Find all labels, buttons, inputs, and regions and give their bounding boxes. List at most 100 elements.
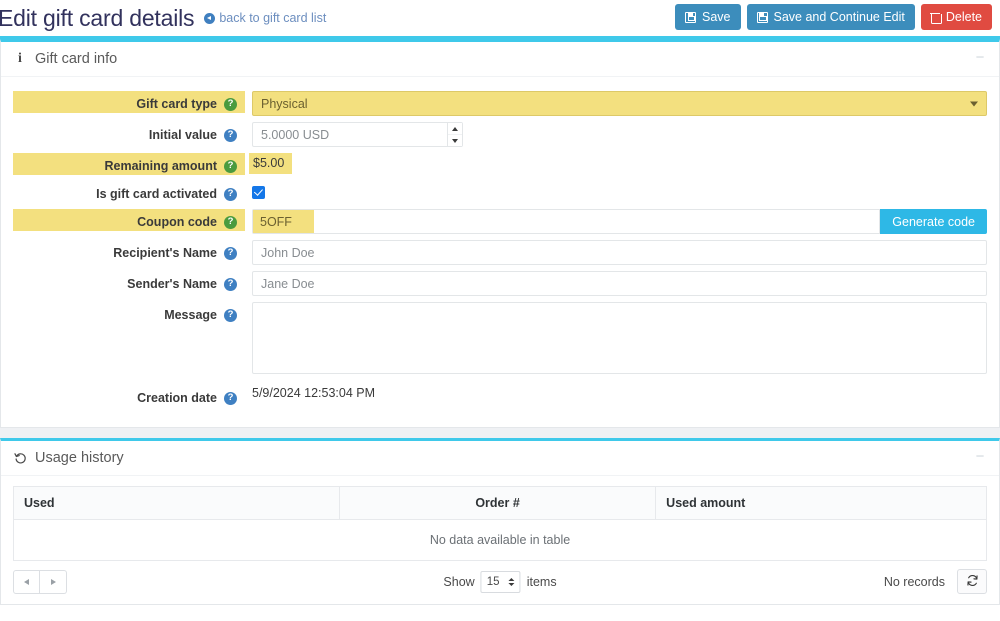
creation-date-label-text: Creation date — [137, 391, 217, 405]
back-to-list-link[interactable]: back to gift card list — [204, 11, 326, 25]
field-row-coupon-code: Coupon code ? 5OFF Generate code — [13, 209, 987, 234]
coupon-code-label-text: Coupon code — [137, 215, 217, 229]
gift-card-info-panel-title: Gift card info — [35, 51, 118, 67]
usage-history-panel: Usage history − Used Order # Used amount… — [0, 438, 1000, 605]
recipient-name-label-text: Recipient's Name — [113, 246, 217, 260]
collapse-gift-card-info-button[interactable]: − — [973, 50, 987, 66]
no-records-label: No records — [883, 574, 945, 589]
question-mark-icon[interactable]: ? — [224, 308, 237, 322]
gift-card-type-label: Gift card type ? — [13, 91, 245, 113]
save-icon — [756, 11, 768, 23]
sender-name-field — [245, 271, 987, 296]
question-mark-icon[interactable]: ? — [224, 215, 237, 229]
table-head: Used Order # Used amount — [13, 486, 987, 520]
page-size-value: 15 — [486, 576, 500, 588]
delete-button[interactable]: Delete — [920, 4, 992, 30]
panel-spacer — [0, 428, 1000, 438]
refresh-icon — [966, 574, 979, 590]
initial-value-label-text: Initial value — [148, 128, 217, 142]
message-field — [245, 302, 987, 377]
creation-date-label: Creation date ? — [13, 385, 245, 407]
coupon-code-input[interactable] — [252, 209, 881, 234]
creation-date-field: 5/9/2024 12:53:04 PM — [245, 385, 987, 400]
field-row-is-activated: Is gift card activated ? — [13, 181, 987, 203]
stepper-down-button[interactable] — [448, 135, 462, 146]
save-and-continue-label: Save and Continue Edit — [773, 10, 905, 24]
question-mark-icon[interactable]: ? — [224, 187, 237, 201]
usage-history-panel-title: Usage history — [35, 450, 124, 466]
usage-history-table-footer: Show 15 items No records — [1, 561, 999, 604]
column-header-order-number[interactable]: Order # — [339, 486, 657, 520]
history-icon — [13, 452, 27, 465]
updown-arrows-icon — [508, 578, 515, 586]
sender-name-input[interactable] — [252, 271, 987, 296]
arrow-left-circle-icon — [204, 12, 216, 24]
gift-card-type-select[interactable]: Physical — [252, 91, 987, 116]
items-label: items — [526, 575, 557, 589]
usage-history-table-wrap: Used Order # Used amount No data availab… — [1, 476, 999, 561]
page-title: Edit gift card details — [0, 4, 195, 31]
remaining-amount-label: Remaining amount ? — [13, 153, 245, 175]
initial-value-stepper[interactable] — [447, 123, 462, 146]
is-activated-label: Is gift card activated ? — [13, 181, 245, 203]
collapse-usage-history-button[interactable]: − — [973, 449, 987, 465]
header-action-buttons: Save Save and Continue Edit Delete — [675, 4, 992, 30]
initial-value-input[interactable] — [252, 122, 463, 147]
show-label: Show — [443, 575, 475, 589]
message-label: Message ? — [13, 302, 245, 324]
message-textarea[interactable] — [252, 302, 987, 374]
recipient-name-field — [245, 240, 987, 265]
creation-date-value: 5/9/2024 12:53:04 PM — [252, 386, 376, 400]
initial-value-label: Initial value ? — [13, 122, 245, 144]
recipient-name-label: Recipient's Name ? — [13, 240, 245, 262]
usage-history-panel-header: Usage history − — [1, 441, 999, 476]
page-size-select[interactable]: 15 — [480, 571, 521, 593]
stepper-up-button[interactable] — [448, 123, 462, 135]
question-mark-icon[interactable]: ? — [224, 159, 237, 173]
field-row-recipient-name: Recipient's Name ? — [13, 240, 987, 265]
pagination-controls — [13, 569, 67, 594]
delete-button-label: Delete — [945, 10, 982, 24]
field-row-sender-name: Sender's Name ? — [13, 271, 987, 296]
is-activated-label-text: Is gift card activated — [96, 187, 217, 201]
question-mark-icon[interactable]: ? — [224, 277, 237, 291]
pagination-next-button[interactable] — [40, 569, 67, 594]
is-activated-checkbox[interactable] — [252, 186, 265, 199]
gift-card-info-panel: i Gift card info − Gift card type ? Phys… — [0, 39, 1000, 428]
triangle-right-icon — [50, 578, 56, 585]
question-mark-icon[interactable]: ? — [224, 128, 237, 142]
back-link-label: back to gift card list — [219, 11, 327, 25]
column-header-used-amount[interactable]: Used amount — [655, 486, 987, 520]
save-and-continue-edit-button[interactable]: Save and Continue Edit — [746, 4, 915, 30]
table-empty-message: No data available in table — [13, 519, 987, 561]
field-row-gift-card-type: Gift card type ? Physical — [13, 91, 987, 116]
table-body: No data available in table — [13, 519, 987, 561]
question-mark-icon[interactable]: ? — [224, 391, 237, 405]
question-mark-icon[interactable]: ? — [224, 246, 237, 260]
remaining-amount-label-text: Remaining amount — [104, 159, 217, 173]
column-header-used[interactable]: Used — [13, 486, 340, 520]
table-header-row: Used Order # Used amount — [13, 486, 987, 520]
triangle-left-icon — [24, 578, 29, 585]
info-icon: i — [18, 51, 22, 66]
question-mark-icon[interactable]: ? — [224, 97, 237, 111]
remaining-amount-value: $5.00 — [249, 153, 293, 174]
trash-icon — [930, 12, 942, 24]
triangle-up-icon — [452, 126, 458, 131]
pagination-prev-button[interactable] — [13, 569, 40, 594]
sender-name-label: Sender's Name ? — [13, 271, 245, 293]
gift-card-info-panel-header: i Gift card info − — [1, 42, 999, 77]
sender-name-label-text: Sender's Name — [127, 277, 217, 291]
gift-card-info-form: Gift card type ? Physical Initial value … — [1, 77, 999, 427]
refresh-button[interactable] — [957, 569, 987, 594]
save-button[interactable]: Save — [675, 4, 741, 30]
page-header: Edit gift card details back to gift card… — [0, 0, 1000, 36]
footer-right-group: No records — [884, 569, 987, 594]
save-icon — [685, 11, 697, 23]
generate-code-button[interactable]: Generate code — [880, 209, 987, 234]
is-activated-field — [245, 181, 987, 202]
recipient-name-input[interactable] — [252, 240, 987, 265]
usage-history-table: Used Order # Used amount No data availab… — [13, 486, 987, 561]
coupon-code-field: 5OFF Generate code — [245, 209, 987, 234]
save-button-label: Save — [702, 10, 731, 24]
